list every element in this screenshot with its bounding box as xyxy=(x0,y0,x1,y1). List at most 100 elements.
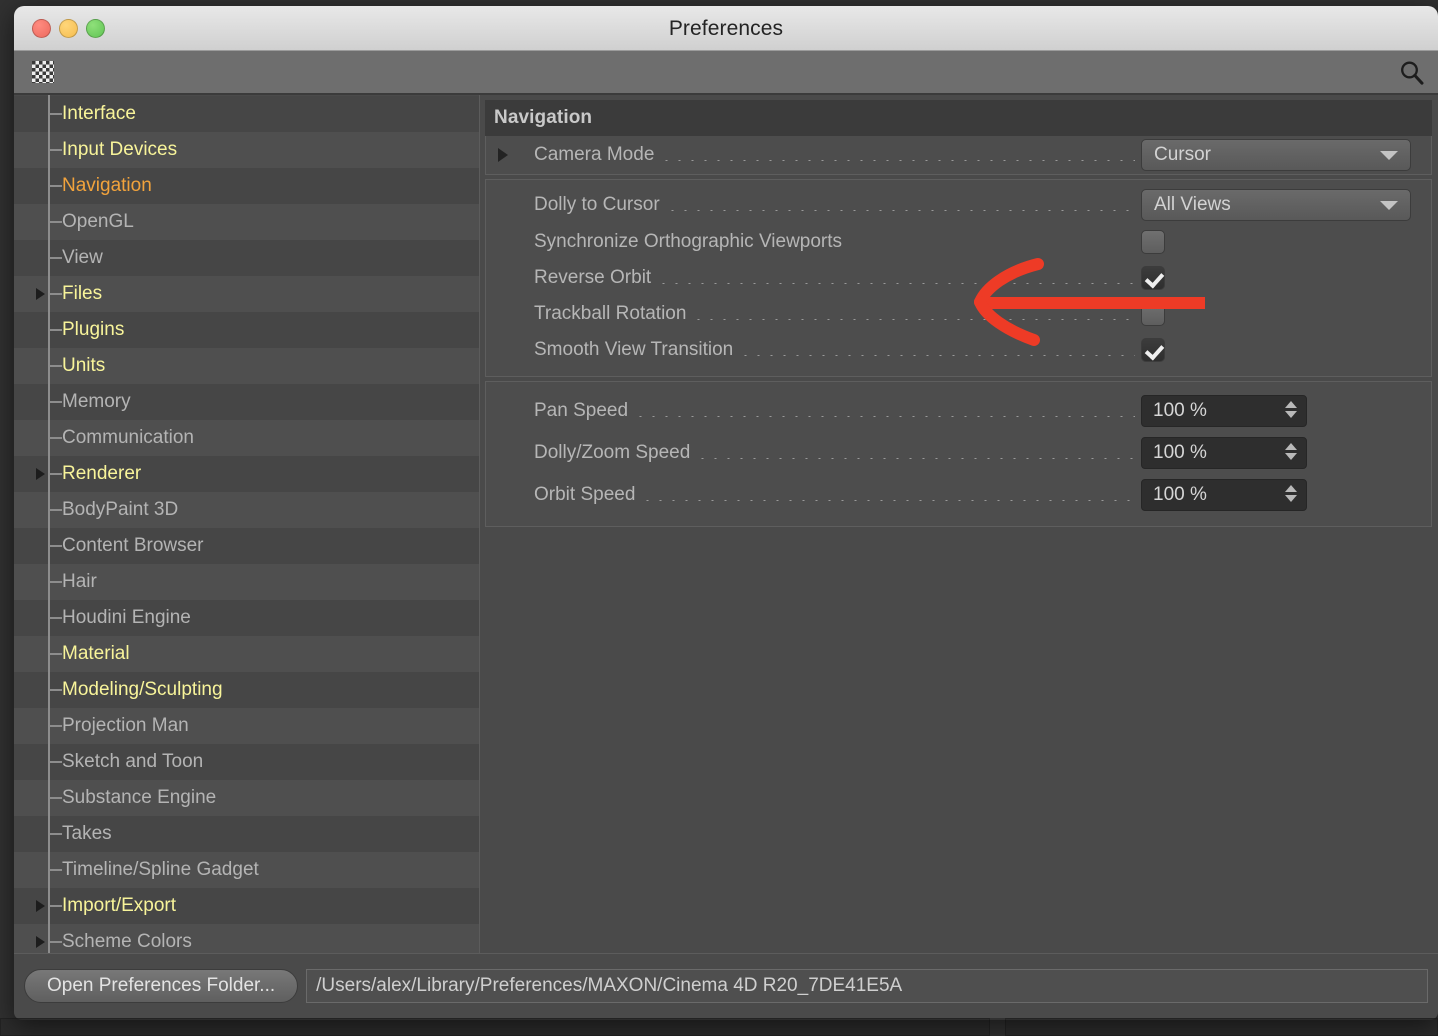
dotted-leader xyxy=(692,319,1135,320)
checkbox-smooth-view-transition[interactable] xyxy=(1141,338,1165,362)
stepper-arrows-icon[interactable] xyxy=(1285,401,1297,418)
sidebar-item-label: Navigation xyxy=(62,175,152,197)
preferences-category-list[interactable]: Interface Input Devices Navigation OpenGL Vi… xyxy=(14,95,480,953)
row-trackball-rotation[interactable]: Trackball Rotation xyxy=(486,296,1431,332)
chevron-down-icon xyxy=(1380,201,1398,210)
spinner-dolly-zoom-speed[interactable]: 100 % xyxy=(1141,437,1307,469)
row-smooth-view-transition[interactable]: Smooth View Transition xyxy=(486,332,1431,368)
control-slot xyxy=(1141,338,1431,362)
tree-connector xyxy=(50,905,62,907)
preferences-window: Preferences InterfaceInput DevicesNaviga… xyxy=(14,6,1438,1020)
label-orbit-speed: Orbit Speed xyxy=(496,484,635,506)
chevron-right-icon[interactable] xyxy=(498,148,508,162)
sidebar-item-material[interactable]: Material xyxy=(14,636,479,672)
sidebar-item-label: Interface xyxy=(62,103,136,125)
sidebar-item-sketch-and-toon[interactable]: Sketch and Toon xyxy=(14,744,479,780)
label-camera-mode: Camera Mode xyxy=(496,144,654,166)
sidebar-item-modeling-sculpting[interactable]: Modeling/Sculpting xyxy=(14,672,479,708)
zoom-button[interactable] xyxy=(86,19,105,38)
spinner-value: 100 % xyxy=(1153,442,1207,464)
checkbox-trackball-rotation[interactable] xyxy=(1141,302,1165,326)
preferences-path-field[interactable]: /Users/alex/Library/Preferences/MAXON/Ci… xyxy=(306,969,1428,1003)
sidebar-item-timeline-spline-gadget[interactable]: Timeline/Spline Gadget xyxy=(14,852,479,888)
sidebar-item-bodypaint-3d[interactable]: BodyPaint 3D xyxy=(14,492,479,528)
sidebar-item-communication[interactable]: Communication xyxy=(14,420,479,456)
sidebar-item-memory[interactable]: Memory xyxy=(14,384,479,420)
dropdown-camera-mode[interactable]: Cursor xyxy=(1141,139,1411,171)
sidebar-item-renderer[interactable]: Renderer xyxy=(14,456,479,492)
row-synchronize-orthographic-viewports[interactable]: Synchronize Orthographic Viewports xyxy=(486,224,1431,260)
sidebar-item-label: Modeling/Sculpting xyxy=(62,679,223,701)
sidebar-item-content-browser[interactable]: Content Browser xyxy=(14,528,479,564)
row-dolly-to-cursor[interactable]: Dolly to Cursor All Views xyxy=(486,186,1431,224)
control-slot: 100 % xyxy=(1141,395,1431,427)
chevron-right-icon[interactable] xyxy=(36,936,45,948)
tree-connector xyxy=(50,257,62,259)
tree-connector xyxy=(50,797,62,799)
sidebar-item-import-export[interactable]: Import/Export xyxy=(14,888,479,924)
sidebar-item-houdini-engine[interactable]: Houdini Engine xyxy=(14,600,479,636)
sidebar-item-plugins[interactable]: Plugins xyxy=(14,312,479,348)
sidebar-item-projection-man[interactable]: Projection Man xyxy=(14,708,479,744)
sidebar-item-label: Plugins xyxy=(62,319,124,341)
sidebar-item-units[interactable]: Units xyxy=(14,348,479,384)
sidebar-item-opengl[interactable]: OpenGL xyxy=(14,204,479,240)
row-pan-speed[interactable]: Pan Speed 100 % xyxy=(486,390,1431,432)
row-orbit-speed[interactable]: Orbit Speed 100 % xyxy=(486,474,1431,516)
stepper-arrows-icon[interactable] xyxy=(1285,443,1297,460)
stepper-arrows-icon[interactable] xyxy=(1285,485,1297,502)
spinner-orbit-speed[interactable]: 100 % xyxy=(1141,479,1307,511)
tree-connector xyxy=(50,509,62,511)
tree-connector xyxy=(50,329,62,331)
open-preferences-folder-button[interactable]: Open Preferences Folder... xyxy=(24,969,298,1003)
window-body: Interface Input Devices Navigation OpenGL Vi… xyxy=(14,95,1438,953)
label-trackball-rotation: Trackball Rotation xyxy=(496,303,686,325)
sidebar-item-input-devices[interactable]: Input Devices xyxy=(14,132,479,168)
sidebar-item-label: Renderer xyxy=(62,463,141,485)
dropdown-value: Cursor xyxy=(1154,144,1211,166)
sidebar-item-hair[interactable]: Hair xyxy=(14,564,479,600)
panel-title: Navigation xyxy=(485,100,1432,136)
sidebar-item-label: Content Browser xyxy=(62,535,204,557)
chevron-right-icon[interactable] xyxy=(36,288,45,300)
dotted-leader xyxy=(634,416,1135,417)
sidebar-item-files[interactable]: Files xyxy=(14,276,479,312)
sidebar-item-label: View xyxy=(62,247,103,269)
label-dolly-zoom-speed: Dolly/Zoom Speed xyxy=(496,442,690,464)
sidebar-item-label: Substance Engine xyxy=(62,787,216,809)
tree-connector xyxy=(50,761,62,763)
control-slot xyxy=(1141,302,1431,326)
spinner-value: 100 % xyxy=(1153,400,1207,422)
tree-connector xyxy=(50,725,62,727)
sidebar-item-takes[interactable]: Takes xyxy=(14,816,479,852)
sidebar-item-view[interactable]: View xyxy=(14,240,479,276)
row-dolly-zoom-speed[interactable]: Dolly/Zoom Speed 100 % xyxy=(486,432,1431,474)
navigation-options-group: Dolly to Cursor All Views Synchronize Or… xyxy=(485,179,1432,377)
row-camera-mode[interactable]: Camera Mode Cursor xyxy=(486,136,1431,174)
tree-connector xyxy=(50,473,62,475)
checkbox-reverse-orbit[interactable] xyxy=(1141,266,1165,290)
spinner-pan-speed[interactable]: 100 % xyxy=(1141,395,1307,427)
sidebar-item-scheme-colors[interactable]: Scheme Colors xyxy=(14,924,479,953)
sidebar-item-substance-engine[interactable]: Substance Engine xyxy=(14,780,479,816)
sidebar-item-label: Houdini Engine xyxy=(62,607,191,629)
tree-connector xyxy=(50,869,62,871)
tree-connector xyxy=(50,113,62,115)
search-icon[interactable] xyxy=(1398,59,1426,87)
drag-grip-icon[interactable] xyxy=(32,61,54,83)
sidebar-item-interface[interactable]: Interface xyxy=(14,96,479,132)
control-slot xyxy=(1141,266,1431,290)
sidebar-item-label: Input Devices xyxy=(62,139,177,161)
chevron-down-icon xyxy=(1380,151,1398,160)
close-button[interactable] xyxy=(32,19,51,38)
chevron-right-icon[interactable] xyxy=(36,900,45,912)
dropdown-dolly-to-cursor[interactable]: All Views xyxy=(1141,189,1411,221)
chevron-right-icon[interactable] xyxy=(36,468,45,480)
tree-connector xyxy=(50,365,62,367)
row-reverse-orbit[interactable]: Reverse Orbit xyxy=(486,260,1431,296)
minimize-button[interactable] xyxy=(59,19,78,38)
window-controls[interactable] xyxy=(32,19,105,38)
checkbox-synchronize-orthographic-viewports[interactable] xyxy=(1141,230,1165,254)
sidebar-item-navigation[interactable]: Navigation xyxy=(14,168,479,204)
dotted-leader xyxy=(739,355,1135,356)
